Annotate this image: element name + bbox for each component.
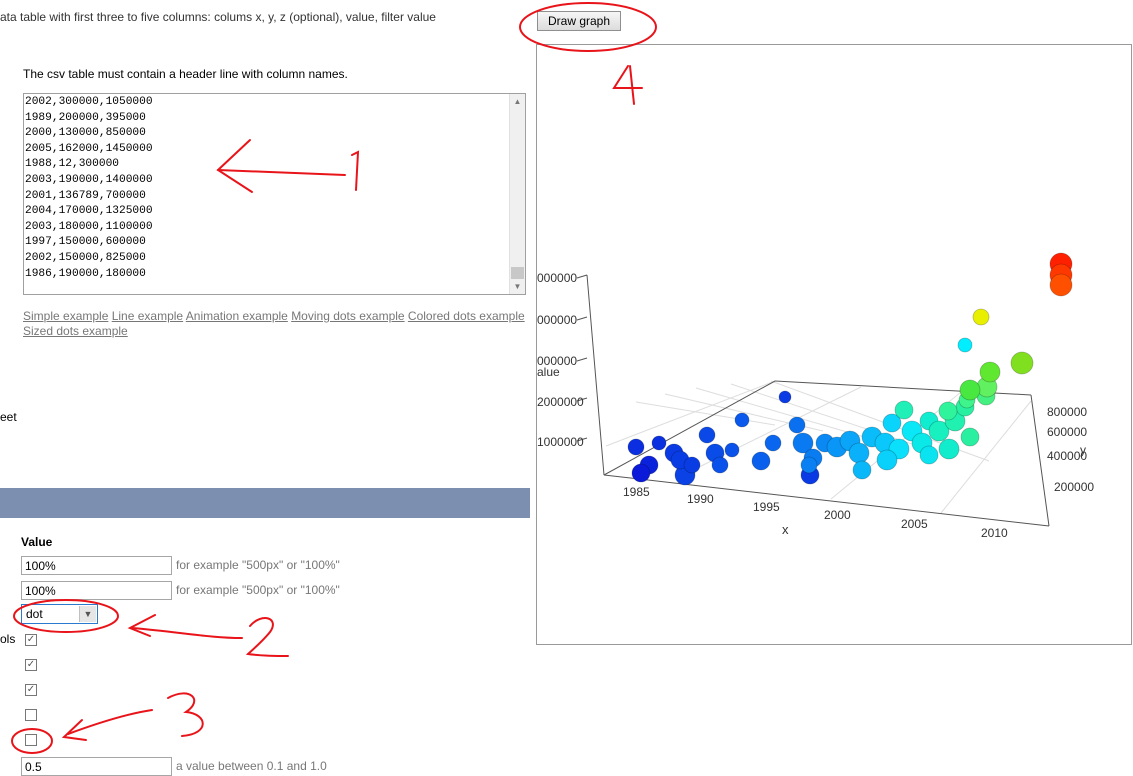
height-input[interactable]: [21, 581, 172, 600]
graph-dot: [972, 308, 990, 326]
z-tick-label: 000000: [537, 271, 577, 285]
y-axis-labels: 800000600000400000200000: [1047, 405, 1094, 494]
y-axis-title: y: [1080, 443, 1086, 457]
csv-data-textarea[interactable]: 2002,300000,1050000 1989,200000,395000 2…: [23, 93, 526, 295]
z-axis-labels: 00000000000000000020000001000000: [537, 271, 584, 449]
instruction-text: ata table with first three to five colum…: [0, 10, 436, 24]
graph-dot: [698, 426, 716, 444]
graph-dot: [711, 456, 729, 474]
section-header-bar: [0, 488, 530, 518]
style-select-value: dot: [26, 607, 43, 621]
scroll-up-icon[interactable]: ▲: [510, 94, 525, 109]
graph-dot: [876, 449, 898, 471]
line-example-link[interactable]: Line example: [112, 309, 183, 323]
graph-dot: [734, 412, 750, 428]
style-select[interactable]: dot ▼: [21, 604, 98, 624]
header-line-note: The csv table must contain a header line…: [23, 67, 348, 81]
z-axis-title: alue: [537, 365, 560, 379]
arrow-2-shaft: [131, 627, 243, 639]
colored-dots-example-link[interactable]: Colored dots example: [408, 309, 525, 323]
graph-dot: [957, 337, 973, 353]
opacity-hint: a value between 0.1 and 1.0: [176, 759, 327, 773]
sheet-label: eet: [0, 410, 17, 424]
arrow-2-head: [127, 614, 156, 637]
graph-3d-panel[interactable]: 000000 000000 000000 2000000 1000000 1985 199…: [536, 44, 1132, 645]
keep-aspect-checkbox[interactable]: [25, 709, 37, 721]
graph-dot: [979, 361, 1001, 383]
annotation-number-2: [245, 617, 289, 657]
graph-dot: [959, 379, 981, 401]
animation-example-link[interactable]: Animation example: [186, 309, 288, 323]
z-tick-label: 2000000: [537, 395, 584, 409]
graph-dot: [938, 401, 958, 421]
graph-dot: [800, 456, 818, 474]
graph-dot: [764, 434, 782, 452]
graph-dot: [894, 400, 914, 420]
chevron-down-icon[interactable]: ▼: [79, 606, 96, 622]
x-axis-title: x: [782, 522, 789, 537]
value-column-heading: Value: [21, 535, 53, 549]
graph-dot: [751, 451, 771, 471]
height-hint: for example "500px" or "100%": [176, 583, 340, 597]
graph-dot: [778, 390, 792, 404]
show-grid-checkbox[interactable]: ✓: [25, 634, 37, 646]
width-hint: for example "500px" or "100%": [176, 558, 340, 572]
scrollbar-thumb[interactable]: [511, 267, 524, 279]
graph-dot: [683, 456, 701, 474]
x-tick-label: 2000: [824, 508, 851, 522]
graph-dot: [788, 416, 806, 434]
z-tick-label: 000000: [537, 313, 577, 327]
vertical-ratio-checkbox[interactable]: [25, 734, 37, 746]
x-tick-label: 1995: [753, 500, 780, 514]
graph-dot: [960, 427, 980, 447]
graph-dot: [724, 442, 740, 458]
controls-label: ols: [0, 632, 16, 646]
graph-dot: [919, 445, 939, 465]
graph-dot: [848, 442, 870, 464]
csv-data-text[interactable]: 2002,300000,1050000 1989,200000,395000 2…: [25, 95, 153, 282]
graph-dot: [1049, 273, 1073, 297]
simple-example-link[interactable]: Simple example: [23, 309, 108, 323]
opacity-input[interactable]: [21, 757, 172, 776]
annotation-number-3: [167, 692, 204, 737]
sized-dots-example-link[interactable]: Sized dots example: [23, 324, 128, 338]
graph-dot: [1010, 351, 1034, 375]
x-tick-label: 2010: [981, 526, 1008, 540]
y-tick-label: 600000: [1047, 425, 1087, 439]
x-tick-label: 1985: [623, 485, 650, 499]
graph-dots: [627, 252, 1073, 486]
graph-dot: [651, 435, 667, 451]
z-tick-label: 1000000: [537, 435, 584, 449]
y-tick-label: 800000: [1047, 405, 1087, 419]
width-input[interactable]: [21, 556, 172, 575]
y-tick-label: 200000: [1054, 480, 1094, 494]
scroll-down-icon[interactable]: ▼: [510, 279, 525, 294]
example-links: Simple example Line example Animation ex…: [23, 309, 533, 339]
moving-dots-example-link[interactable]: Moving dots example: [291, 309, 404, 323]
show-shadow-checkbox[interactable]: ✓: [25, 684, 37, 696]
x-axis-labels: 1985 1990 1995 2000 2005 2010: [623, 485, 1008, 540]
graph-3d-canvas[interactable]: 00000000000000000020000001000000 1985 199…: [537, 45, 1133, 646]
show-perspective-checkbox[interactable]: ✓: [25, 659, 37, 671]
graph-dot: [852, 460, 872, 480]
x-tick-label: 1990: [687, 492, 714, 506]
graph-dot: [627, 438, 645, 456]
arrow-3-head: [61, 719, 87, 741]
graph-dot: [938, 438, 960, 460]
x-tick-label: 2005: [901, 517, 928, 531]
draw-graph-button[interactable]: Draw graph: [537, 11, 621, 31]
arrow-3-shaft: [67, 709, 153, 735]
graph-dot: [631, 463, 651, 483]
textarea-scrollbar[interactable]: ▲ ▼: [509, 94, 525, 294]
